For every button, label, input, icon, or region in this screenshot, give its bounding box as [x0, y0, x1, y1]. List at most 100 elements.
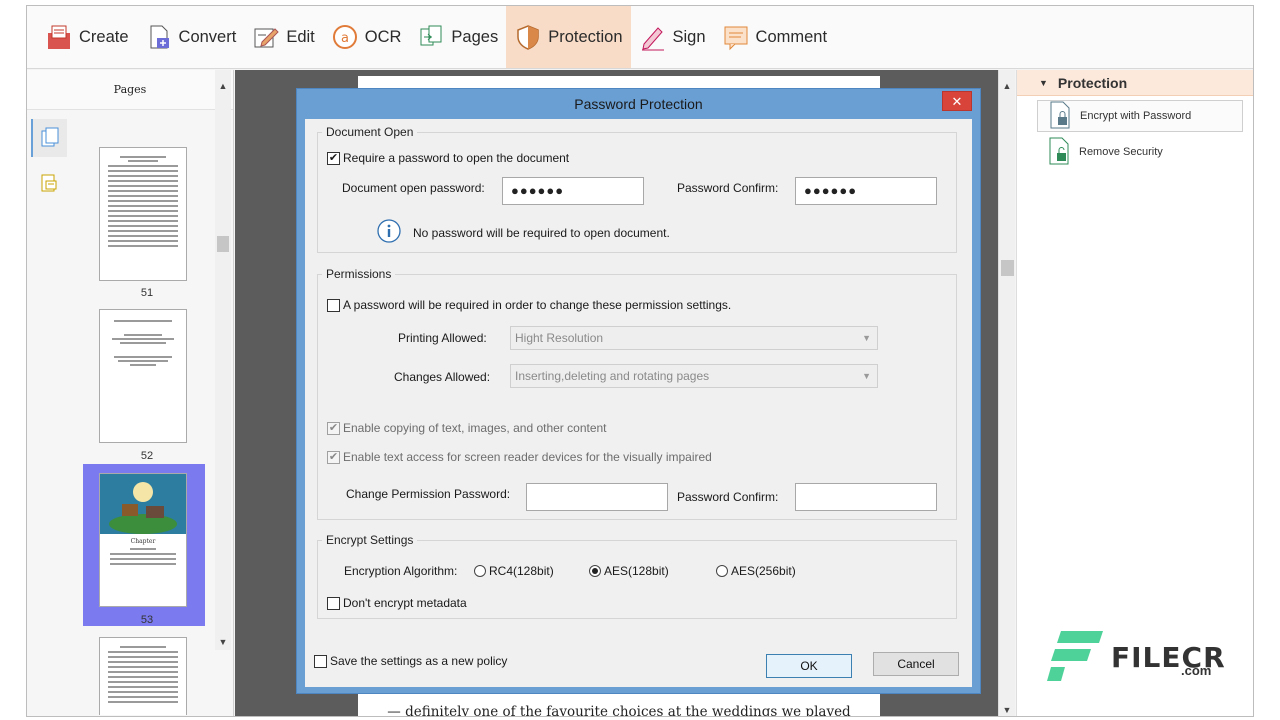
document-scrollbar[interactable]: ▲ ▼: [998, 70, 1015, 716]
require-open-password-checkbox[interactable]: ✔: [327, 151, 340, 165]
comment-icon: [722, 23, 750, 51]
printing-allowed-value: Hight Resolution: [515, 331, 604, 345]
enable-copying-label: Enable copying of text, images, and othe…: [343, 421, 607, 435]
dont-encrypt-metadata-checkbox[interactable]: [327, 596, 340, 610]
thumbnail-scrollbar[interactable]: ▲ ▼: [215, 70, 231, 650]
rc4-label: RC4(128bit): [489, 564, 554, 578]
toolbar-comment-label: Comment: [755, 27, 828, 46]
open-password-confirm-field[interactable]: ●●●●●●: [795, 177, 937, 205]
page-thumbnail[interactable]: [99, 309, 187, 443]
remove-security-button[interactable]: Remove Security: [1037, 136, 1243, 168]
toolbar-create-label: Create: [79, 27, 129, 46]
pages-panel-title: Pages: [27, 70, 233, 110]
page-thumbnail[interactable]: [99, 147, 187, 281]
convert-icon: [145, 23, 173, 51]
chevron-down-icon: ▼: [862, 371, 871, 381]
main-toolbar: Create Convert Edit a OCR Pages Protecti…: [27, 6, 1253, 69]
pages-icon: [417, 23, 445, 51]
password-protection-dialog: Password Protection ✕ Document Open ✔ Re…: [296, 88, 981, 694]
info-row: No password will be required to open doc…: [377, 219, 670, 246]
document-text-line: — definitely one of the favourite choice…: [387, 704, 851, 717]
toolbar-ocr[interactable]: a OCR: [323, 6, 410, 68]
unlock-document-icon: [1047, 137, 1071, 168]
permissions-legend: Permissions: [326, 267, 392, 281]
scroll-up-icon[interactable]: ▲: [999, 78, 1015, 94]
toolbar-pages[interactable]: Pages: [409, 6, 506, 68]
toolbar-edit[interactable]: Edit: [244, 6, 322, 68]
scroll-up-icon[interactable]: ▲: [215, 78, 231, 94]
open-password-label: Document open password:: [342, 181, 485, 195]
protection-section-header[interactable]: ▼ Protection: [1017, 70, 1253, 96]
aes128-radio[interactable]: [589, 565, 601, 577]
toolbar-create[interactable]: Create: [37, 6, 137, 68]
page-number: 51: [140, 287, 154, 299]
change-permission-password-field[interactable]: [526, 483, 668, 511]
toolbar-protection-label: Protection: [548, 27, 623, 46]
cancel-button[interactable]: Cancel: [873, 652, 959, 676]
aes128-radio-row[interactable]: AES(128bit): [589, 564, 669, 578]
ocr-icon: a: [331, 23, 359, 51]
enable-screenreader-label: Enable text access for screen reader dev…: [343, 450, 712, 464]
printing-allowed-select[interactable]: Hight Resolution ▼: [510, 326, 878, 350]
scroll-down-icon[interactable]: ▼: [215, 634, 231, 650]
dont-encrypt-metadata-label: Don't encrypt metadata: [343, 596, 467, 610]
toolbar-sign-label: Sign: [672, 27, 706, 46]
changes-allowed-select[interactable]: Inserting,deleting and rotating pages ▼: [510, 364, 878, 388]
protection-panel: ▼ Protection Encrypt with Password Remov…: [1016, 70, 1253, 716]
permission-confirm-field[interactable]: [795, 483, 937, 511]
scroll-down-icon[interactable]: ▼: [999, 702, 1015, 716]
toolbar-protection[interactable]: Protection: [506, 6, 631, 68]
scrollbar-thumb[interactable]: [1001, 260, 1014, 276]
create-icon: [45, 23, 73, 51]
filecr-watermark-sub: .com: [1181, 663, 1212, 678]
rc4-radio[interactable]: [474, 565, 486, 577]
filecr-watermark: FILECR .com: [1047, 629, 1226, 686]
require-open-password-label: Require a password to open the document: [343, 151, 570, 165]
encrypt-with-password-button[interactable]: Encrypt with Password: [1037, 100, 1243, 132]
save-policy-row[interactable]: Save the settings as a new policy: [314, 654, 507, 668]
aes256-radio[interactable]: [716, 565, 728, 577]
change-permission-password-label: Change Permission Password:: [346, 487, 511, 501]
info-text: No password will be required to open doc…: [413, 225, 670, 240]
toolbar-convert[interactable]: Convert: [137, 6, 245, 68]
rc4-radio-row[interactable]: RC4(128bit): [474, 564, 554, 578]
page-thumbnail-selected[interactable]: Chapter: [99, 473, 187, 607]
attachment-icon: [38, 172, 60, 197]
enable-screenreader-row[interactable]: ✔ Enable text access for screen reader d…: [327, 450, 712, 464]
left-panel-tabs: [27, 111, 71, 711]
toolbar-edit-label: Edit: [286, 27, 315, 46]
toolbar-sign[interactable]: Sign: [631, 6, 714, 68]
toolbar-ocr-label: OCR: [364, 27, 402, 46]
thumbnail-list: 51 52 Chapter 53: [79, 111, 215, 715]
aes128-label: AES(128bit): [604, 564, 669, 578]
aes256-radio-row[interactable]: AES(256bit): [716, 564, 796, 578]
require-permission-password-checkbox[interactable]: [327, 298, 340, 312]
require-permission-password-row[interactable]: A password will be required in order to …: [327, 298, 731, 312]
dialog-titlebar[interactable]: Password Protection ✕: [297, 89, 980, 119]
require-open-password-row[interactable]: ✔ Require a password to open the documen…: [327, 151, 569, 165]
enable-screenreader-checkbox[interactable]: ✔: [327, 450, 340, 464]
tab-attachments[interactable]: [31, 165, 67, 203]
scrollbar-thumb[interactable]: [217, 236, 229, 252]
page-number: 53: [140, 614, 154, 626]
encrypt-settings-legend: Encrypt Settings: [326, 533, 414, 547]
open-password-confirm-label: Password Confirm:: [677, 181, 779, 195]
close-icon[interactable]: ✕: [942, 91, 972, 111]
toolbar-comment[interactable]: Comment: [714, 6, 836, 68]
dialog-title: Password Protection: [574, 96, 703, 112]
save-policy-checkbox[interactable]: [314, 654, 327, 668]
encryption-algorithm-label: Encryption Algorithm:: [344, 564, 458, 578]
dialog-body: Document Open ✔ Require a password to op…: [305, 119, 972, 687]
printing-allowed-label: Printing Allowed:: [398, 331, 487, 345]
dont-encrypt-metadata-row[interactable]: Don't encrypt metadata: [327, 596, 467, 610]
changes-allowed-value: Inserting,deleting and rotating pages: [515, 369, 710, 383]
page-thumbnail[interactable]: [99, 637, 187, 715]
enable-copying-checkbox[interactable]: ✔: [327, 421, 340, 435]
pages-thumbnail-icon: [39, 126, 61, 151]
toolbar-convert-label: Convert: [178, 27, 237, 46]
chevron-down-icon: ▼: [862, 333, 871, 343]
open-password-field[interactable]: ●●●●●●: [502, 177, 644, 205]
ok-button[interactable]: OK: [766, 654, 852, 678]
enable-copying-row[interactable]: ✔ Enable copying of text, images, and ot…: [327, 421, 607, 435]
tab-thumbnails[interactable]: [31, 119, 67, 157]
